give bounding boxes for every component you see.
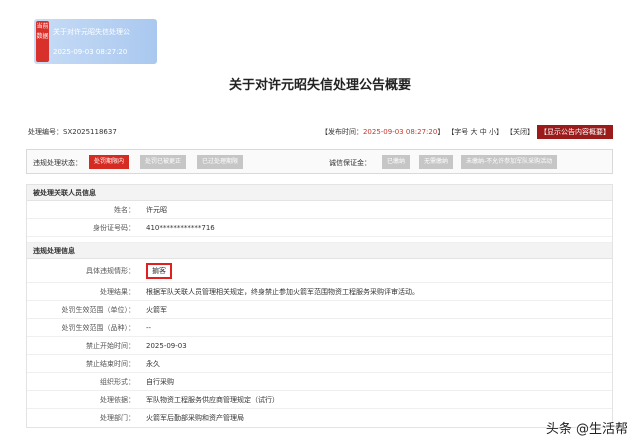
status-corrected-button[interactable]: 处罚已被更正 xyxy=(140,155,187,169)
table-row: 具体违规情形： 掮客 xyxy=(27,259,612,283)
row-value: 军队物资工程服务供应商管理规定（试行） xyxy=(146,395,279,404)
status-expired-button[interactable]: 已过处理期限 xyxy=(197,155,244,169)
section-related-person: 被处理关联人员信息 xyxy=(27,185,612,201)
publish-time: 【发布时间：2025-09-03 08:27:20】 xyxy=(321,127,444,137)
table-row: 处理结果： 根据军队关联人员管理相关规定，终身禁止参加火箭军范围物资工程服务采购… xyxy=(27,283,612,301)
row-label: 禁止结束时间： xyxy=(86,359,135,368)
row-value: 410************716 xyxy=(146,223,215,232)
deposit-unpaid-button[interactable]: 未缴纳-不允许参加军队采购活动 xyxy=(461,155,558,169)
meta-row: 处理编号：SX2025118637 【发布时间：2025-09-03 08:27… xyxy=(26,123,613,139)
row-label: 组织形式： xyxy=(100,377,135,386)
row-value: -- xyxy=(146,323,152,332)
table-row: 组织形式： 自行采购 xyxy=(27,373,612,391)
table-row: 处罚生效范围（品种）： -- xyxy=(27,319,612,337)
row-label: 处理部门： xyxy=(100,414,135,422)
status-bar: 违规处理状态： 处罚期限内 处罚已被更正 已过处理期限 诚信保证金： 已缴纳 无… xyxy=(26,149,613,174)
deposit-not-required-button[interactable]: 无需缴纳 xyxy=(419,155,454,169)
row-value: 许元昭 xyxy=(146,205,167,214)
font-size-control[interactable]: 【字号 大 中 小】 xyxy=(447,127,503,137)
info-table: 被处理关联人员信息 姓名： 许元昭 身份证号码： 410************… xyxy=(26,184,613,428)
publish-time-label: 【发布时间： xyxy=(320,128,363,136)
banner-title[interactable]: 关于对许元昭失信处理公 xyxy=(53,27,130,37)
table-row: 姓名： 许元昭 xyxy=(27,201,612,219)
row-value: 根据军队关联人员管理相关规定，终身禁止参加火箭军范围物资工程服务采购评审活动。 xyxy=(146,287,419,296)
current-data-badge: 当前数据 xyxy=(36,21,49,62)
table-row: 禁止开始时间： 2025-09-03 xyxy=(27,337,612,355)
publish-time-end: 】 xyxy=(437,128,445,136)
banner-time: 2025-09-03 08:27:20 xyxy=(53,48,128,56)
row-label: 处罚生效范围（单位）： xyxy=(61,305,136,314)
row-value: 自行采购 xyxy=(146,377,174,386)
meta-actions: 【发布时间：2025-09-03 08:27:20】 【字号 大 中 小】 【关… xyxy=(321,125,613,139)
serial-number: 处理编号：SX2025118637 xyxy=(28,128,117,136)
table-row: 禁止结束时间： 永久 xyxy=(27,355,612,373)
table-row: 处罚生效范围（单位）： 火箭军 xyxy=(27,301,612,319)
row-value: 永久 xyxy=(146,359,160,368)
notice-banner[interactable]: 当前数据 关于对许元昭失信处理公 2025-09-03 08:27:20 xyxy=(34,19,157,64)
status-in-penalty-button[interactable]: 处罚期限内 xyxy=(89,155,130,169)
watermark: 头条 @生活帮 xyxy=(545,422,628,437)
row-value: 2025-09-03 xyxy=(146,341,187,350)
row-label: 处理依据： xyxy=(100,395,135,404)
table-row: 处理部门： 火箭军后勤部采购和资产管理局 xyxy=(27,409,612,427)
publish-time-value: 2025-09-03 08:27:20 xyxy=(362,128,438,136)
row-value: 火箭军后勤部采购和资产管理局 xyxy=(146,414,244,422)
row-label: 处罚生效范围（品种）： xyxy=(61,323,136,332)
row-label: 禁止开始时间： xyxy=(86,341,135,350)
row-label: 姓名： xyxy=(114,205,135,214)
violation-highlight: 掮客 xyxy=(146,262,172,279)
table-row: 处理依据： 军队物资工程服务供应商管理规定（试行） xyxy=(27,391,612,409)
row-label: 身份证号码： xyxy=(93,223,135,232)
section-violation-info: 违规处理信息 xyxy=(27,243,612,259)
row-label: 具体违规情形： xyxy=(86,266,135,275)
page-title: 关于对许元昭失信处理公告概要 xyxy=(228,78,411,93)
table-row: 身份证号码： 410************716 xyxy=(27,219,612,237)
row-value: 火箭军 xyxy=(146,305,167,314)
violation-status-label: 违规处理状态： xyxy=(33,159,82,167)
row-value: 掮客 xyxy=(140,262,612,279)
row-label: 处理结果： xyxy=(100,287,135,296)
integrity-deposit-label: 诚信保证金： xyxy=(329,159,371,167)
show-content-button[interactable]: 【显示公告内容概要】 xyxy=(537,125,613,139)
deposit-paid-button[interactable]: 已缴纳 xyxy=(382,155,411,169)
close-link[interactable]: 【关闭】 xyxy=(506,127,534,137)
